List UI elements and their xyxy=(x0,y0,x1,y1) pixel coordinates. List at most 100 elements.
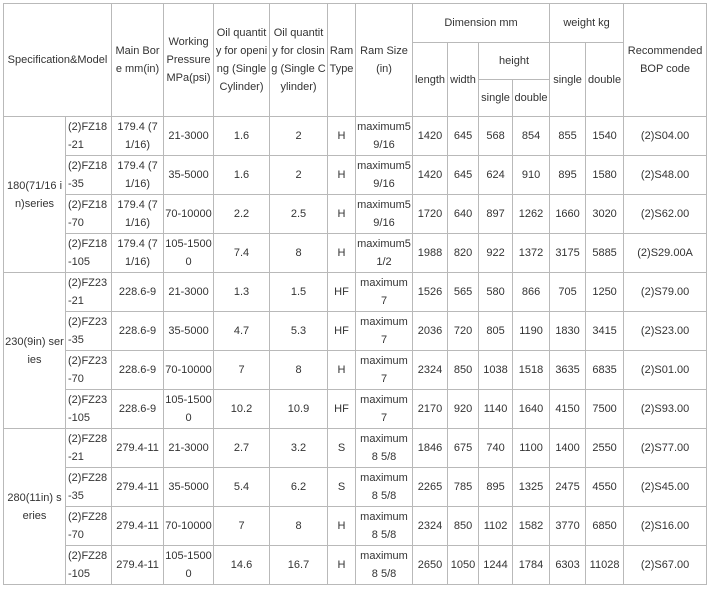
header-main-bore: Main Bore mm(in) xyxy=(111,3,165,117)
ram-size-cell: maximum5 9/16 xyxy=(355,116,414,156)
model-cell: (2)FZ23-70 xyxy=(64,350,113,390)
oil-close-cell: 10.9 xyxy=(269,389,329,429)
width-cell: 720 xyxy=(447,311,480,351)
length-cell: 1526 xyxy=(412,272,449,312)
bop-code-cell: (2)S23.00 xyxy=(623,311,708,351)
bore-cell: 179.4 (71/16) xyxy=(111,233,165,273)
oil-open-cell: 14.6 xyxy=(213,545,271,585)
ram-type-cell: S xyxy=(327,467,357,507)
ram-type-cell: H xyxy=(327,233,357,273)
ram-size-cell: maximum5 1/2 xyxy=(355,233,414,273)
header-width: width xyxy=(447,42,480,117)
weight-double-cell: 5885 xyxy=(585,233,625,273)
header-height-double: double xyxy=(512,79,551,117)
length-cell: 1720 xyxy=(412,194,449,234)
ram-size-cell: maximum 8 5/8 xyxy=(355,428,414,468)
ram-type-cell: H xyxy=(327,350,357,390)
weight-double-cell: 1580 xyxy=(585,155,625,195)
pressure-cell: 70-10000 xyxy=(163,194,215,234)
bore-cell: 279.4-11 xyxy=(111,506,165,546)
ram-size-cell: maximum 8 5/8 xyxy=(355,467,414,507)
length-cell: 1420 xyxy=(412,116,449,156)
header-weight: weight kg xyxy=(549,3,625,43)
series-group-180: 180(71/16 in)series (2)FZ18-21 179.4 (71… xyxy=(3,116,708,273)
bore-cell: 228.6-9 xyxy=(111,272,165,312)
header-height-single: single xyxy=(478,79,514,117)
height-double-cell: 1582 xyxy=(512,506,551,546)
weight-double-cell: 7500 xyxy=(585,389,625,429)
pressure-cell: 21-3000 xyxy=(163,272,215,312)
model-cell: (2)FZ18-21 xyxy=(64,116,113,156)
oil-open-cell: 2.2 xyxy=(213,194,271,234)
height-single-cell: 805 xyxy=(478,311,514,351)
width-cell: 820 xyxy=(447,233,480,273)
height-double-cell: 1325 xyxy=(512,467,551,507)
model-cell: (2)FZ28-35 xyxy=(64,467,113,507)
weight-single-cell: 895 xyxy=(549,155,587,195)
weight-double-cell: 1250 xyxy=(585,272,625,312)
weight-double-cell: 3415 xyxy=(585,311,625,351)
table-row: (2)FZ18-35 179.4 (71/16) 35-5000 1.6 2 H… xyxy=(4,155,708,195)
table-row: (2)FZ28-35 279.4-11 35-5000 5.4 6.2 S ma… xyxy=(4,467,708,507)
weight-double-cell: 6850 xyxy=(585,506,625,546)
weight-double-cell: 6835 xyxy=(585,350,625,390)
ram-size-cell: maximum 8 5/8 xyxy=(355,545,414,585)
weight-single-cell: 1830 xyxy=(549,311,587,351)
series-label: 230(9in) series xyxy=(3,272,66,429)
ram-type-cell: HF xyxy=(327,311,357,351)
height-double-cell: 1190 xyxy=(512,311,551,351)
pressure-cell: 70-10000 xyxy=(163,350,215,390)
bop-code-cell: (2)S67.00 xyxy=(623,545,708,585)
header-dimension: Dimension mm xyxy=(412,3,551,43)
model-cell: (2)FZ28-70 xyxy=(64,506,113,546)
height-single-cell: 897 xyxy=(478,194,514,234)
height-double-cell: 1784 xyxy=(512,545,551,585)
length-cell: 1420 xyxy=(412,155,449,195)
ram-type-cell: H xyxy=(327,194,357,234)
model-cell: (2)FZ18-70 xyxy=(64,194,113,234)
table-row: (2)FZ23-70 228.6-9 70-10000 7 8 H maximu… xyxy=(4,350,708,390)
bore-cell: 179.4 (71/16) xyxy=(111,116,165,156)
bore-cell: 279.4-11 xyxy=(111,467,165,507)
ram-size-cell: maximum5 9/16 xyxy=(355,155,414,195)
header-ram-type: Ram Type xyxy=(327,3,357,117)
width-cell: 1050 xyxy=(447,545,480,585)
oil-close-cell: 2 xyxy=(269,116,329,156)
weight-single-cell: 705 xyxy=(549,272,587,312)
height-double-cell: 1100 xyxy=(512,428,551,468)
bore-cell: 228.6-9 xyxy=(111,350,165,390)
table-row: (2)FZ28-105 279.4-11 105-15000 14.6 16.7… xyxy=(4,545,708,585)
length-cell: 1846 xyxy=(412,428,449,468)
height-single-cell: 624 xyxy=(478,155,514,195)
pressure-cell: 70-10000 xyxy=(163,506,215,546)
oil-open-cell: 10.2 xyxy=(213,389,271,429)
pressure-cell: 105-15000 xyxy=(163,389,215,429)
length-cell: 2324 xyxy=(412,506,449,546)
bore-cell: 228.6-9 xyxy=(111,389,165,429)
oil-close-cell: 5.3 xyxy=(269,311,329,351)
oil-open-cell: 1.6 xyxy=(213,116,271,156)
ram-type-cell: H xyxy=(327,506,357,546)
table-row: (2)FZ18-105 179.4 (71/16) 105-15000 7.4 … xyxy=(4,233,708,273)
series-label: 280(11in) series xyxy=(3,428,66,585)
width-cell: 645 xyxy=(447,155,480,195)
table-row: (2)FZ23-35 228.6-9 35-5000 4.7 5.3 HF ma… xyxy=(4,311,708,351)
height-single-cell: 895 xyxy=(478,467,514,507)
weight-double-cell: 4550 xyxy=(585,467,625,507)
bop-code-cell: (2)S79.00 xyxy=(623,272,708,312)
height-single-cell: 1102 xyxy=(478,506,514,546)
oil-close-cell: 8 xyxy=(269,233,329,273)
oil-open-cell: 7 xyxy=(213,350,271,390)
weight-double-cell: 1540 xyxy=(585,116,625,156)
width-cell: 640 xyxy=(447,194,480,234)
oil-open-cell: 5.4 xyxy=(213,467,271,507)
height-double-cell: 1372 xyxy=(512,233,551,273)
height-single-cell: 922 xyxy=(478,233,514,273)
width-cell: 675 xyxy=(447,428,480,468)
weight-single-cell: 3770 xyxy=(549,506,587,546)
width-cell: 850 xyxy=(447,350,480,390)
series-group-280: 280(11in) series (2)FZ28-21 279.4-11 21-… xyxy=(3,428,708,585)
oil-open-cell: 7.4 xyxy=(213,233,271,273)
height-single-cell: 1038 xyxy=(478,350,514,390)
width-cell: 565 xyxy=(447,272,480,312)
